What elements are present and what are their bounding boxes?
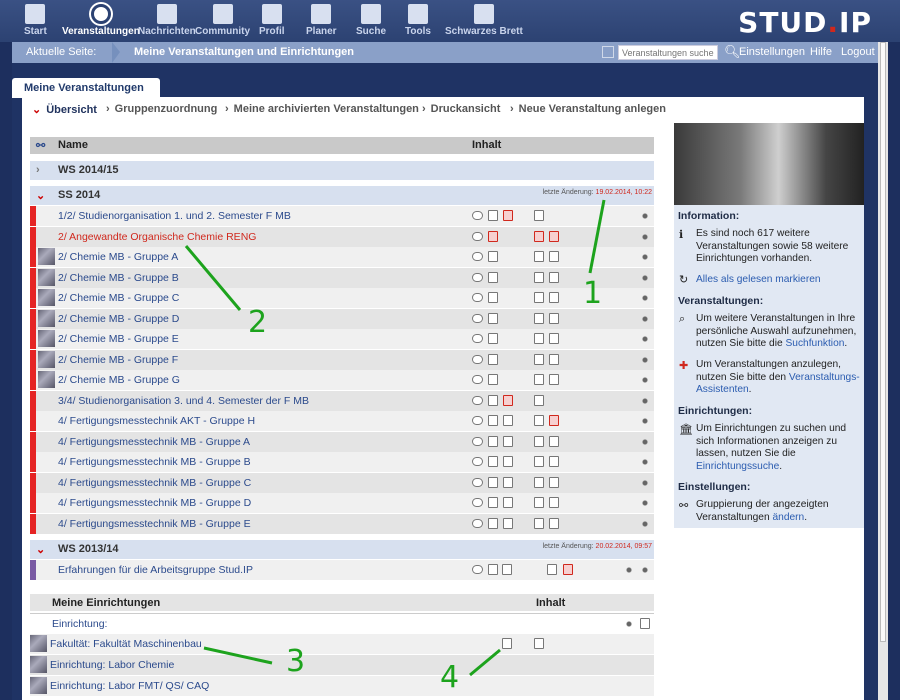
annotation-2: 2	[248, 305, 268, 340]
annotation-1: 1	[583, 276, 603, 311]
annotation-3: 3	[286, 644, 306, 679]
annotation-4: 4	[440, 660, 460, 695]
annotation-lines	[184, 199, 606, 677]
